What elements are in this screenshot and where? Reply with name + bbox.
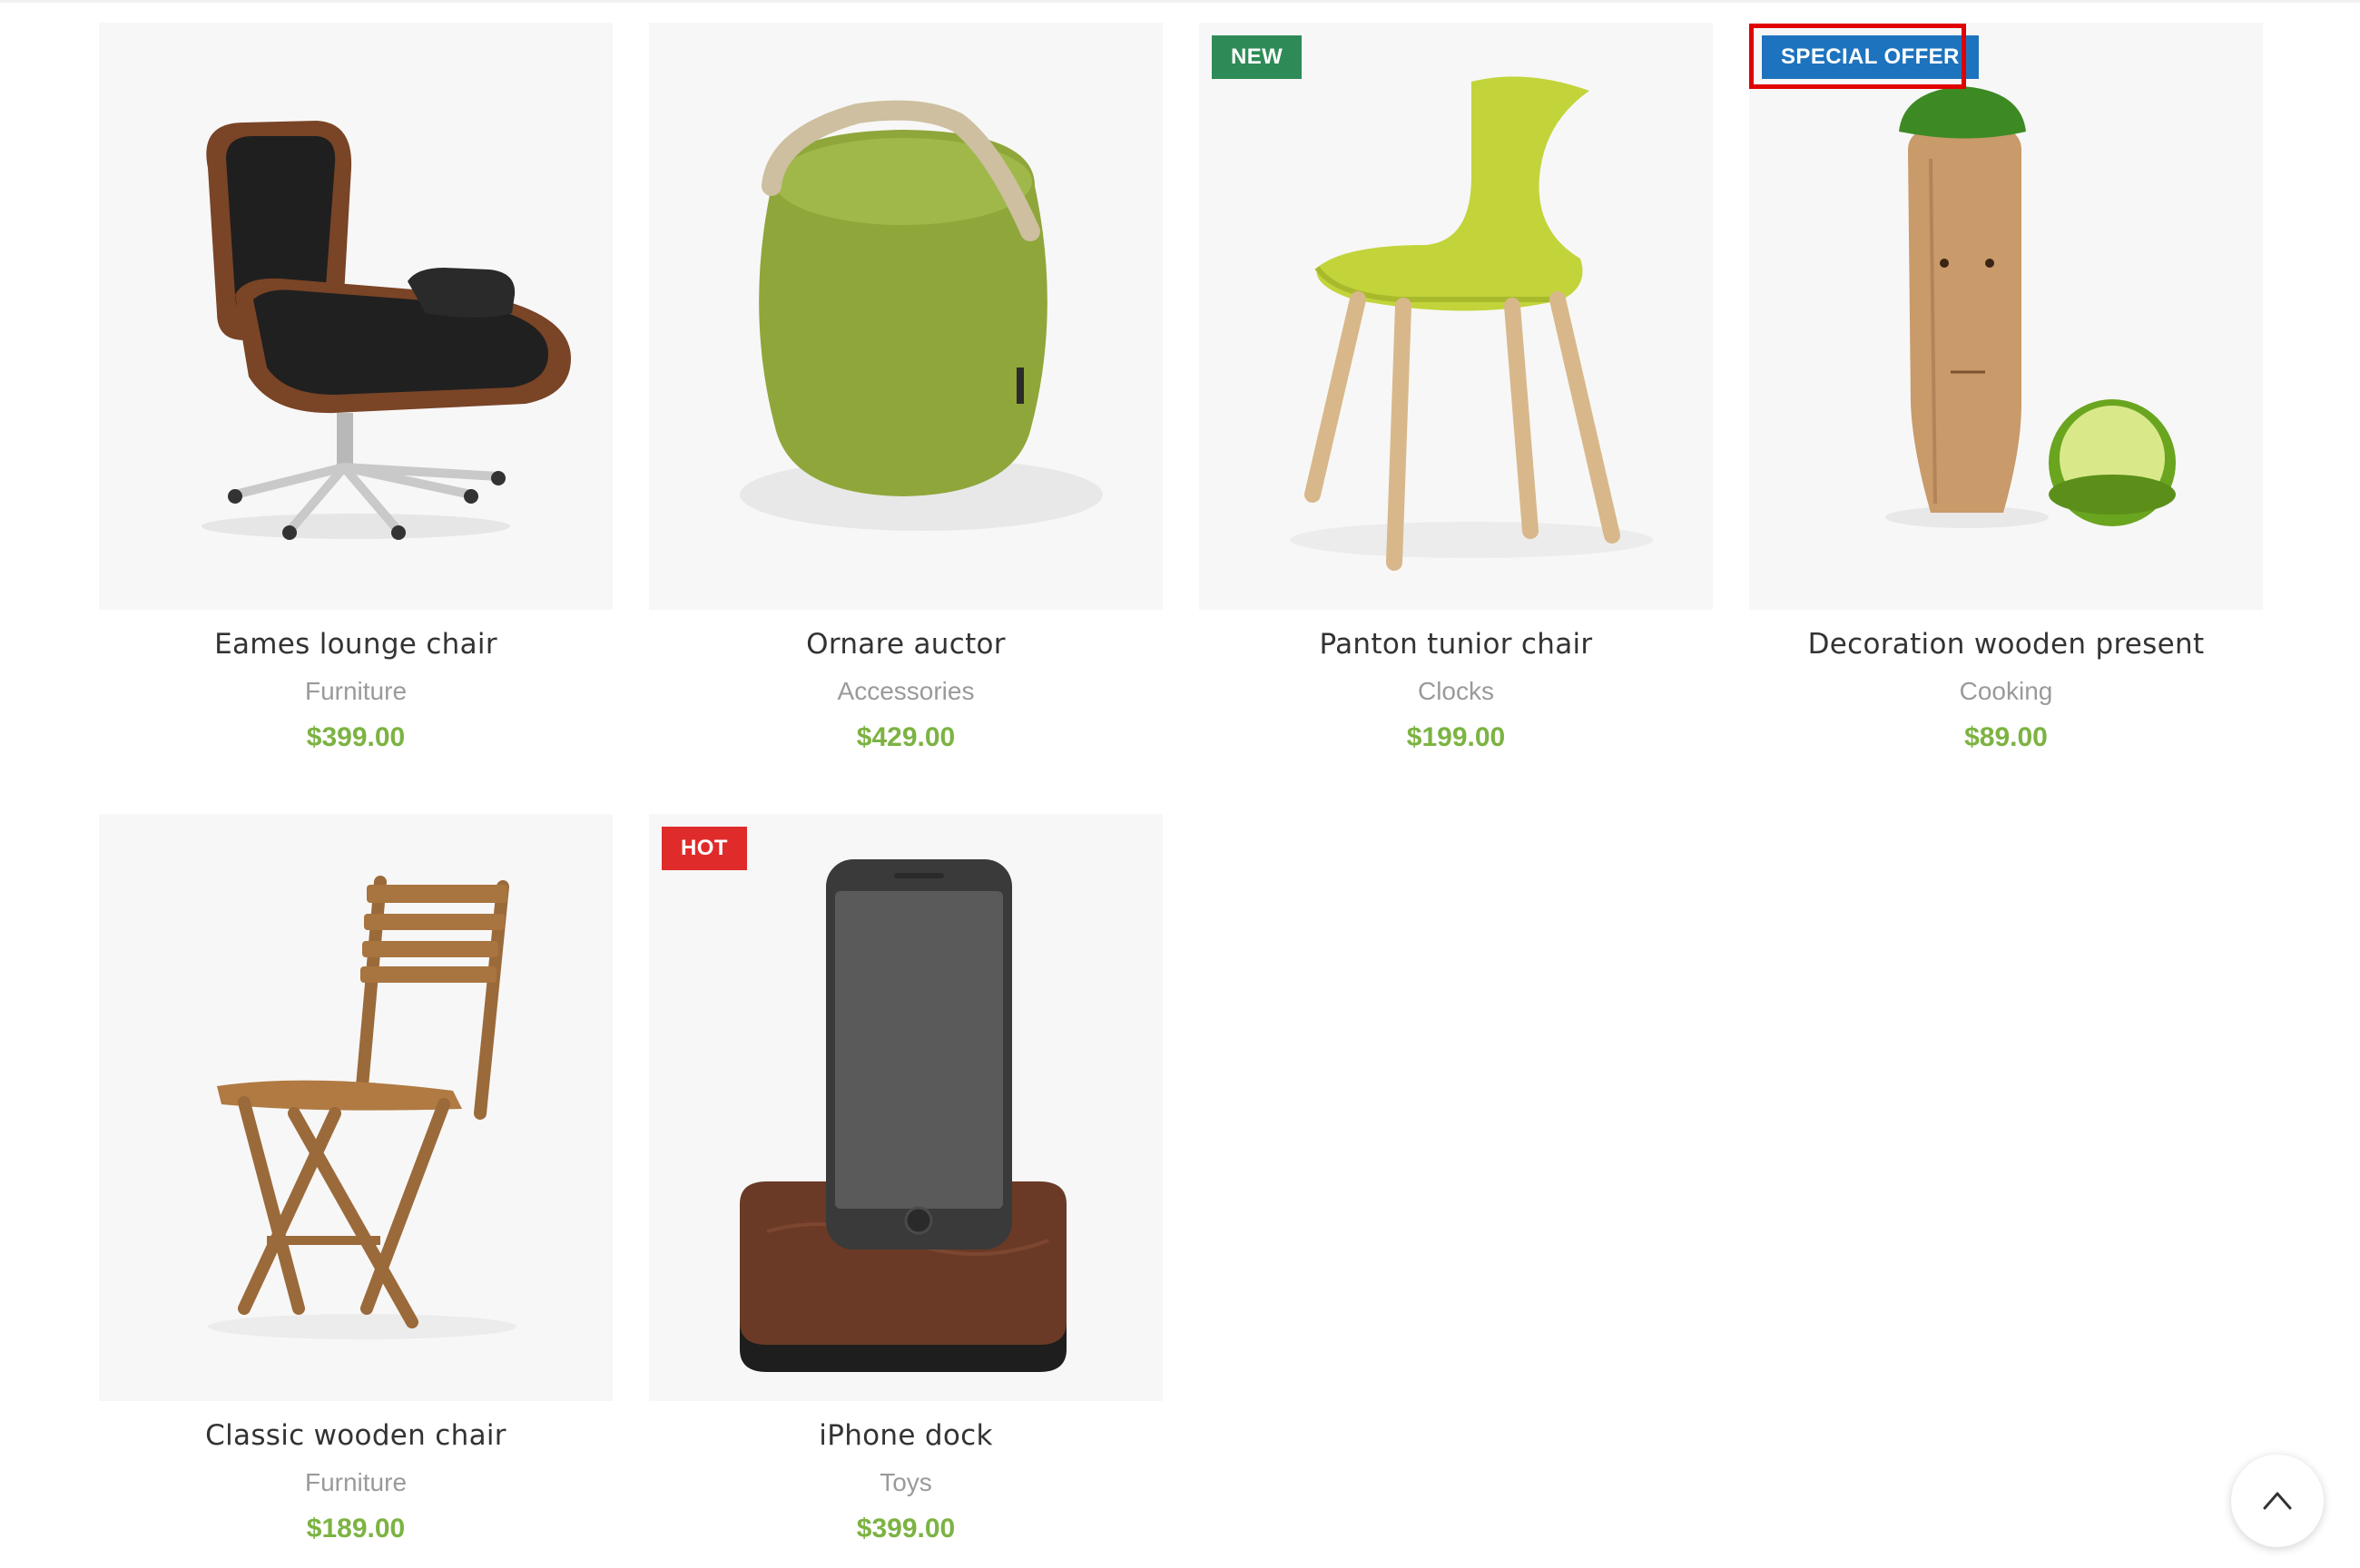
- badge-hot: HOT: [662, 827, 747, 870]
- product-card-iphone-dock[interactable]: HOT iPhone dock Toys $399.00: [649, 814, 1163, 1546]
- product-price: $399.00: [856, 1514, 956, 1544]
- product-title[interactable]: iPhone dock: [649, 1417, 1163, 1454]
- product-image[interactable]: [99, 23, 613, 610]
- wooden-juicer-image: [1885, 86, 2176, 528]
- product-title[interactable]: Eames lounge chair: [99, 626, 613, 662]
- product-image[interactable]: NEW: [1199, 23, 1713, 610]
- product-category[interactable]: Furniture: [99, 1466, 613, 1499]
- product-image[interactable]: HOT: [649, 814, 1163, 1401]
- special-offer-highlight-box: [1749, 24, 1966, 89]
- product-image[interactable]: [649, 23, 1163, 610]
- badge-new: NEW: [1212, 35, 1303, 79]
- product-title[interactable]: Decoration wooden present: [1749, 626, 2263, 662]
- product-category[interactable]: Toys: [649, 1466, 1163, 1499]
- product-category[interactable]: Cooking: [1749, 675, 2263, 708]
- product-category[interactable]: Clocks: [1199, 675, 1713, 708]
- scroll-to-top-button[interactable]: [2231, 1455, 2324, 1547]
- product-price: $199.00: [1406, 722, 1506, 752]
- product-card-ornare-auctor[interactable]: Ornare auctor Accessories $429.00: [649, 23, 1163, 755]
- pouf-image: [740, 100, 1103, 531]
- chevron-up-icon: [2263, 1492, 2292, 1510]
- product-price: $189.00: [306, 1514, 406, 1544]
- product-price: $429.00: [856, 722, 956, 752]
- product-card-classic-wooden-chair[interactable]: Classic wooden chair Furniture $189.00: [99, 814, 613, 1546]
- product-title[interactable]: Ornare auctor: [649, 626, 1163, 662]
- product-category[interactable]: Accessories: [649, 675, 1163, 708]
- product-card-decoration-wooden-present[interactable]: SPECIAL OFFER Decoration wooden present …: [1749, 23, 2263, 755]
- wooden-chair-image: [208, 876, 516, 1339]
- product-card-eames-lounge-chair[interactable]: Eames lounge chair Furniture $399.00: [99, 23, 613, 755]
- product-image[interactable]: [99, 814, 613, 1401]
- product-price: $399.00: [306, 722, 406, 752]
- top-divider: [0, 0, 2360, 3]
- product-category[interactable]: Furniture: [99, 675, 613, 708]
- product-card-panton-tunior-chair[interactable]: NEW Panton tunior chair Clocks $199.00: [1199, 23, 1713, 755]
- yellow-chair-image: [1290, 76, 1653, 571]
- lounge-chair-image: [202, 121, 571, 540]
- product-title[interactable]: Classic wooden chair: [99, 1417, 613, 1454]
- product-image[interactable]: SPECIAL OFFER: [1749, 23, 2263, 610]
- product-title[interactable]: Panton tunior chair: [1199, 626, 1713, 662]
- product-grid: Eames lounge chair Furniture $399.00 Orn…: [99, 23, 2263, 1565]
- product-price: $89.00: [1964, 722, 2048, 752]
- phone-dock-image: [740, 859, 1067, 1372]
